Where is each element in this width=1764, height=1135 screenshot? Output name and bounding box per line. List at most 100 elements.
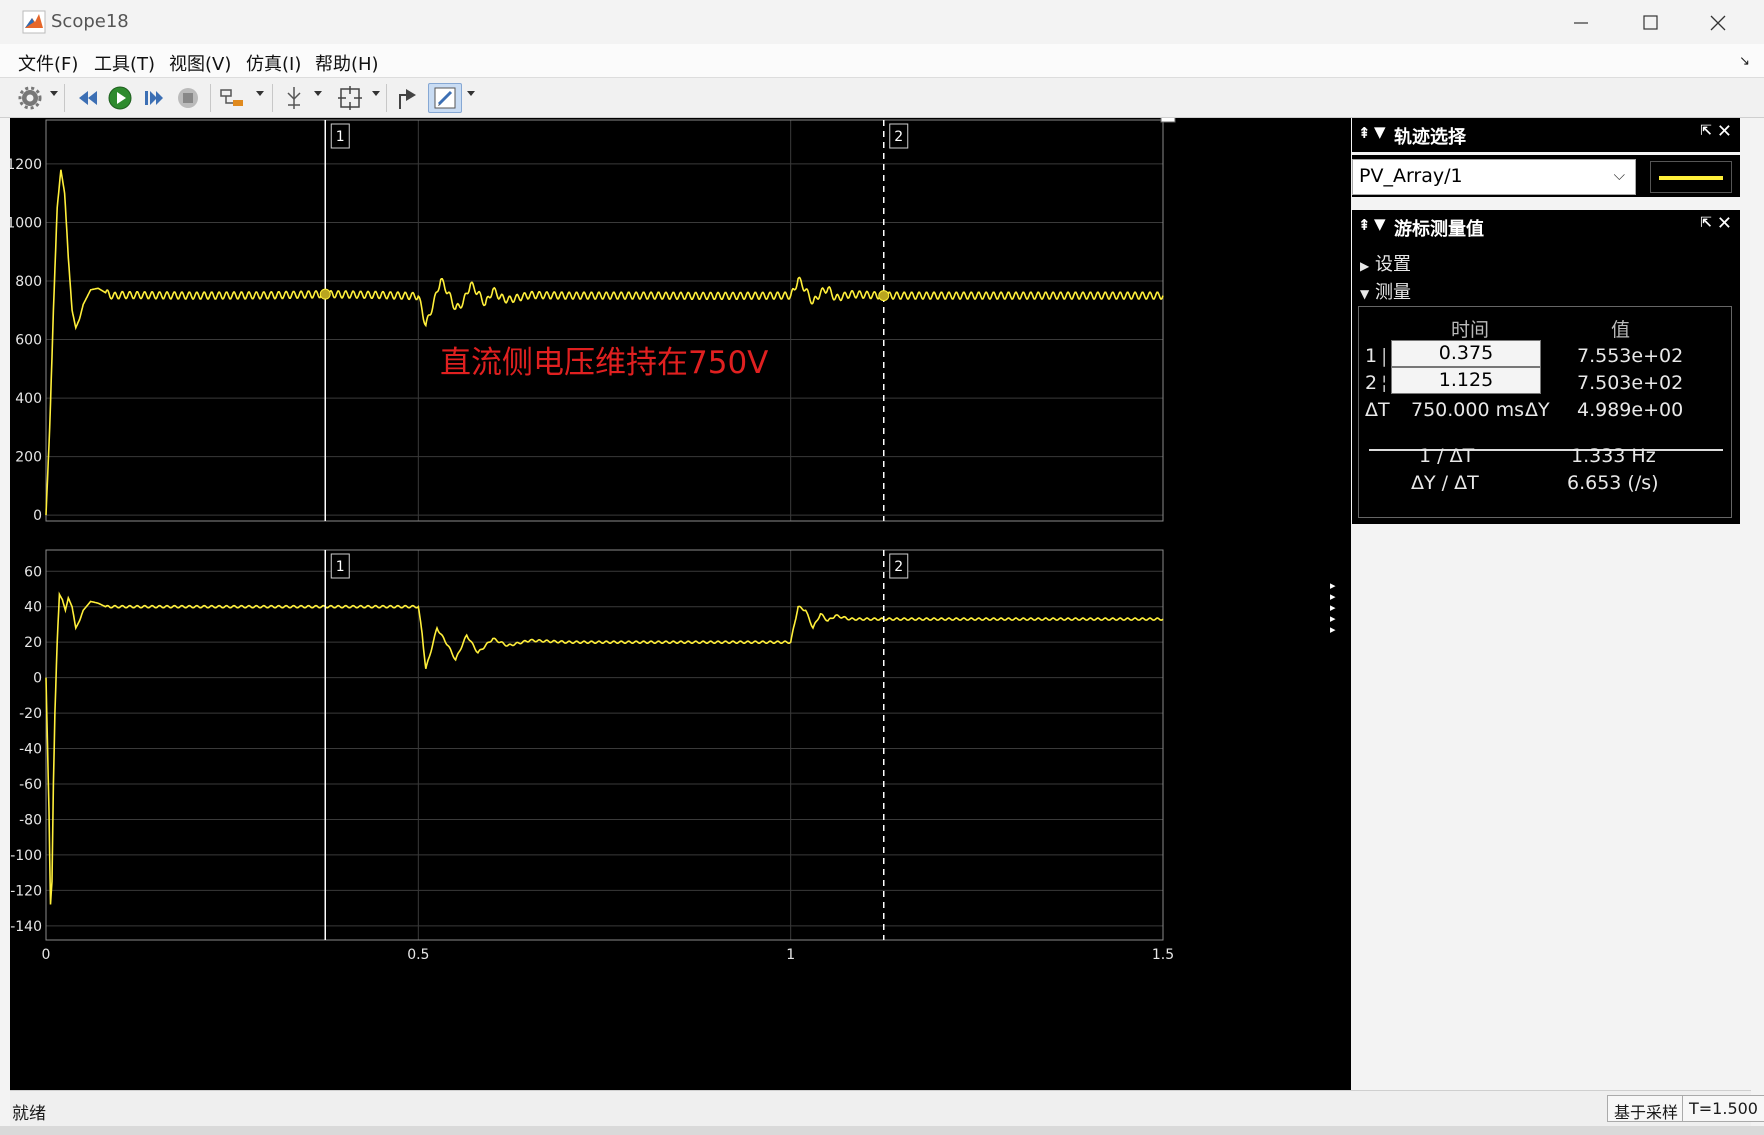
highlight-signal-icon: [220, 89, 243, 106]
menu-file[interactable]: 文件(F): [18, 50, 78, 76]
toolbar: [0, 78, 1764, 118]
run-button[interactable]: [106, 83, 134, 113]
expand-panel-handle[interactable]: ▸ ▸ ▸ ▸ ▸: [1330, 580, 1344, 635]
collapse-triangle-icon[interactable]: ▼: [1374, 215, 1386, 233]
step-forward-button[interactable]: [140, 83, 168, 113]
y-tick-label: 0: [33, 508, 42, 524]
zoom-dropdown-icon[interactable]: [372, 91, 380, 96]
trigger-icon: [287, 87, 301, 109]
cursor-measurements-title: 游标测量值: [1394, 219, 1484, 240]
cursor-1-value: 7.553e+02: [1577, 345, 1684, 367]
y-tick-label: -40: [19, 742, 42, 758]
y-tick-label: -120: [10, 883, 42, 899]
minimize-button[interactable]: [1558, 6, 1602, 40]
pin-icon[interactable]: ⇞: [1358, 216, 1371, 234]
settings-icon: [18, 86, 42, 110]
y-tick-label: 1200: [10, 157, 42, 173]
cursor-2-dashed-marker: ¦: [1381, 372, 1388, 394]
step-forward-icon: [145, 91, 163, 105]
y-tick-label: 1000: [10, 215, 42, 231]
toolbar-separator: [210, 84, 211, 112]
inverse-delta-t-value: 1.333 Hz: [1571, 445, 1656, 467]
run-icon: [108, 86, 132, 110]
collapse-triangle-icon[interactable]: ▼: [1374, 123, 1386, 141]
stop-icon: [178, 88, 198, 108]
y-tick-label: 800: [15, 274, 42, 290]
edit-cursor-button[interactable]: [428, 83, 462, 113]
time-column-header: 时间: [1451, 319, 1490, 341]
undock-icon[interactable]: ⇱: [1700, 215, 1712, 231]
y-tick-label: -100: [10, 848, 42, 864]
cursor-1-id: 1: [1365, 345, 1378, 367]
delta-y-label: ΔY: [1525, 399, 1550, 421]
expand-triangle-icon: ▶: [1360, 259, 1370, 273]
trigger-dropdown-icon[interactable]: [314, 91, 322, 96]
delta-y-value: 4.989e+00: [1577, 399, 1684, 421]
cursor-2-marker: [878, 290, 890, 302]
delta-t-label: ΔT: [1365, 399, 1390, 421]
write-to-workspace-button[interactable]: [394, 83, 422, 113]
edit-dropdown-icon[interactable]: [467, 91, 475, 96]
y-tick-label: -60: [19, 777, 42, 793]
cursor-1-marker: [319, 288, 331, 300]
axes-undock-icon-box: [1160, 118, 1176, 123]
title-bar: Scope18: [0, 0, 1764, 44]
y-tick-label: -80: [19, 812, 42, 828]
trigger-button[interactable]: [280, 83, 308, 113]
menu-view[interactable]: 视图(V): [169, 50, 231, 76]
x-tick-label: 0.5: [407, 947, 429, 963]
x-tick-label: 0: [42, 947, 51, 963]
cursor-2-time-input[interactable]: 1.125: [1391, 367, 1541, 394]
toolbar-separator: [272, 84, 273, 112]
y-tick-label: 0: [33, 671, 42, 687]
settings-dropdown-icon[interactable]: [50, 91, 58, 96]
step-back-button[interactable]: [74, 83, 102, 113]
value-column-header: 值: [1611, 319, 1631, 341]
minimize-icon: [1574, 22, 1588, 24]
settings-section[interactable]: ▶ 设置: [1360, 250, 1411, 276]
axes-1: 1200 1000 800 600 400 200 0 1 2 直流侧电压维持在750V: [10, 119, 1164, 524]
axes-frame: [45, 119, 1164, 522]
menu-simulation[interactable]: 仿真(I): [246, 50, 301, 76]
menu-help[interactable]: 帮助(H): [315, 50, 379, 76]
cursor-2-tag-label: 2: [894, 129, 903, 145]
axes-frame: [45, 549, 1164, 941]
slope-value: 6.653 (/s): [1567, 472, 1659, 494]
measurement-table: 时间 值 1 | 0.375 7.553e+02 2 ¦ 1.125 7.503…: [1358, 306, 1732, 518]
cursor-2-tag-label: 2: [894, 559, 903, 575]
scope-charts[interactable]: 1200100080060040020001 2直流侧电压维持在750V60402…: [10, 118, 1351, 1090]
measure-section-label: 测量: [1374, 282, 1411, 303]
trace-select-dropdown[interactable]: PV_Array/1 ⌵: [1352, 159, 1636, 195]
pin-icon[interactable]: ⇞: [1358, 124, 1371, 142]
close-window-button[interactable]: [1696, 6, 1740, 40]
trace-color-swatch[interactable]: [1650, 161, 1732, 193]
inverse-delta-t-label: 1 / ΔT: [1419, 445, 1475, 467]
close-panel-icon[interactable]: ✕: [1717, 213, 1732, 234]
cursor-1-time-input[interactable]: 0.375: [1391, 340, 1541, 367]
x-tick-label: 1: [786, 947, 795, 963]
collapse-triangle-icon: ▼: [1360, 287, 1370, 301]
y-tick-label: 600: [15, 333, 42, 349]
close-panel-icon[interactable]: ✕: [1717, 121, 1732, 142]
settings-button[interactable]: [16, 83, 44, 113]
maximize-button[interactable]: [1628, 6, 1672, 40]
collapse-toolstrip-icon[interactable]: ↘: [1739, 54, 1750, 69]
axes-undock-icon: [1160, 118, 1176, 123]
cursor-1-tag-label: 1: [336, 559, 345, 575]
close-icon: [1710, 15, 1726, 31]
highlight-dropdown-icon[interactable]: [256, 91, 264, 96]
sample-mode-indicator: 基于采样: [1607, 1095, 1686, 1122]
settings-section-label: 设置: [1374, 254, 1411, 275]
cursor-2-id: 2: [1365, 372, 1378, 394]
delta-t-value: 750.000 ms: [1411, 399, 1525, 421]
step-back-icon: [79, 91, 97, 105]
menu-tools[interactable]: 工具(T): [94, 50, 155, 76]
toolbar-separator: [64, 84, 65, 112]
measure-section[interactable]: ▼ 测量: [1360, 278, 1411, 304]
undock-icon[interactable]: ⇱: [1700, 123, 1712, 139]
y-tick-label: 200: [15, 450, 42, 466]
highlight-signal-button[interactable]: [218, 83, 246, 113]
stop-button[interactable]: [174, 83, 202, 113]
trace-selection-header: ⇞ ▼ 轨迹选择 ⇱ ✕: [1352, 118, 1740, 152]
zoom-fit-button[interactable]: [336, 83, 364, 113]
